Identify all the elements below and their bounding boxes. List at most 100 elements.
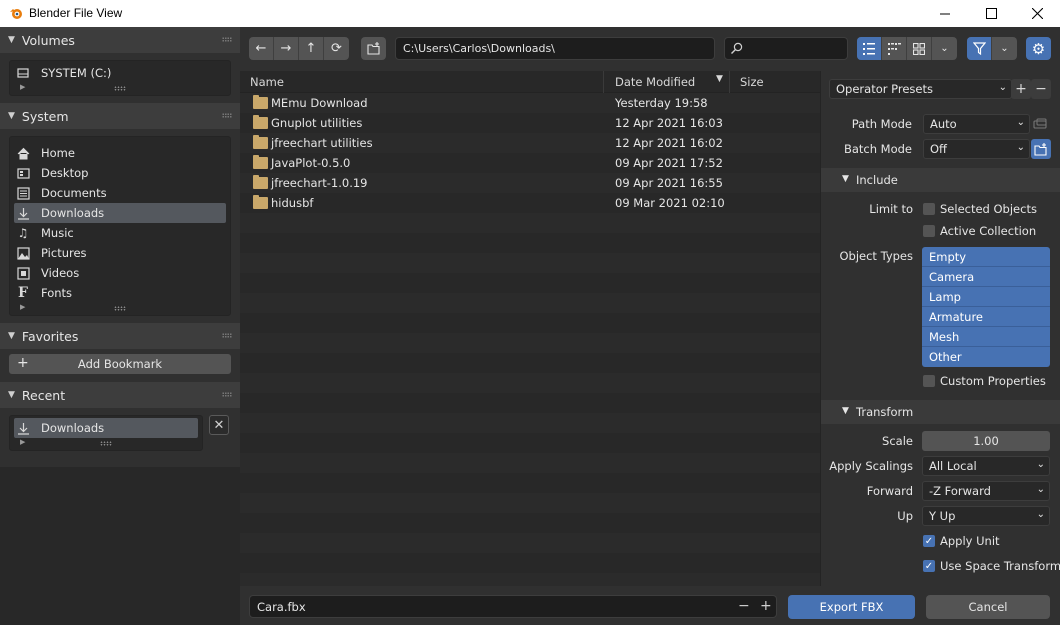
column-name-header[interactable]: Name (250, 75, 284, 89)
drag-grip-icon[interactable] (222, 37, 232, 42)
drag-grip-icon[interactable] (222, 333, 232, 338)
sort-descending-icon[interactable]: ▼ (716, 74, 723, 84)
refresh-button[interactable]: ⟳ (324, 37, 349, 60)
filter-group: ⌄ (967, 37, 1017, 60)
toolbar: ← → ↑ ⟳ C:\Users\Carlos\Downloads\ ⌄ ⌄ ⚙ (240, 27, 1060, 71)
close-window-button[interactable] (1014, 0, 1060, 27)
up-value: Y Up (929, 509, 956, 523)
back-button[interactable]: ← (249, 37, 274, 60)
horizontal-list-view-button[interactable] (882, 37, 907, 60)
apply-unit-checkbox[interactable]: ✓ Apply Unit (923, 532, 1000, 550)
collapse-triangle-icon: ▼ (8, 390, 15, 400)
increment-filename-button[interactable]: + (760, 598, 772, 614)
system-item-home[interactable]: Home (14, 143, 226, 163)
embed-textures-toggle[interactable] (1032, 116, 1048, 132)
system-item-documents[interactable]: Documents (14, 183, 226, 203)
maximize-button[interactable] (968, 0, 1014, 27)
batch-own-dir-toggle[interactable] (1031, 139, 1051, 159)
new-folder-button[interactable] (361, 37, 386, 60)
system-panel-header[interactable]: ▼ System (0, 103, 240, 129)
arrow-up-icon: ↑ (305, 41, 317, 56)
volume-item-system-c[interactable]: SYSTEM (C:) (14, 63, 226, 83)
minimize-button[interactable] (922, 0, 968, 27)
object-type-other-toggle[interactable]: Other (922, 347, 1050, 367)
add-preset-button[interactable]: + (1011, 79, 1031, 99)
navigation-group: ← → ↑ ⟳ (249, 37, 349, 60)
expand-list-icon[interactable]: ▶ (20, 303, 25, 311)
up-dropdown[interactable]: Y Up ⌄ (922, 506, 1050, 526)
parent-directory-button[interactable]: ↑ (299, 37, 324, 60)
object-type-mesh-toggle[interactable]: Mesh (922, 327, 1050, 347)
file-row[interactable]: jfreechart-1.0.19 09 Apr 2021 16:55 (240, 173, 820, 193)
resize-list-icon[interactable] (114, 86, 126, 91)
thumbnail-view-button[interactable] (907, 37, 932, 60)
filter-icon (972, 42, 986, 55)
drag-grip-icon[interactable] (222, 392, 232, 397)
file-row[interactable]: JavaPlot-0.5.0 09 Apr 2021 17:52 (240, 153, 820, 173)
selected-objects-checkbox[interactable]: Selected Objects (923, 200, 1037, 218)
cancel-button[interactable]: Cancel (926, 595, 1050, 619)
volumes-panel-header[interactable]: ▼ Volumes (0, 27, 240, 53)
directory-path-input[interactable]: C:\Users\Carlos\Downloads\ (395, 37, 715, 60)
filter-settings-dropdown[interactable]: ⌄ (992, 37, 1017, 60)
column-date-header[interactable]: Date Modified (615, 75, 695, 89)
chevron-down-icon: ⌄ (998, 82, 1007, 93)
file-row[interactable]: Gnuplot utilities 12 Apr 2021 16:03 (240, 113, 820, 133)
filter-toggle-button[interactable] (967, 37, 992, 60)
system-item-fonts[interactable]: F Fonts (14, 283, 226, 303)
system-item-music[interactable]: ♫ Music (14, 223, 226, 243)
custom-properties-checkbox[interactable]: Custom Properties (923, 372, 1046, 390)
include-section-header[interactable]: ▼ Include (820, 168, 1060, 192)
use-space-transform-checkbox[interactable]: ✓ Use Space Transform (923, 557, 1060, 575)
batch-mode-dropdown[interactable]: Off ⌄ (923, 139, 1030, 159)
apply-unit-label: Apply Unit (940, 534, 1000, 548)
transform-section-header[interactable]: ▼ Transform (820, 400, 1060, 424)
system-item-videos[interactable]: Videos (14, 263, 226, 283)
active-collection-checkbox[interactable]: Active Collection (923, 222, 1036, 240)
resize-list-icon[interactable] (100, 441, 112, 446)
object-type-armature-toggle[interactable]: Armature (922, 307, 1050, 327)
file-row[interactable]: hidusbf 09 Mar 2021 02:10 (240, 193, 820, 213)
new-folder-icon (366, 42, 380, 55)
recent-item-downloads[interactable]: Downloads (14, 418, 198, 438)
scale-field[interactable]: 1.00 (922, 431, 1050, 451)
object-type-camera-toggle[interactable]: Camera (922, 267, 1050, 287)
expand-list-icon[interactable]: ▶ (20, 83, 25, 91)
apply-scalings-dropdown[interactable]: All Local ⌄ (922, 456, 1050, 476)
operator-presets-dropdown[interactable]: Operator Presets ⌄ (829, 79, 1012, 99)
expand-list-icon[interactable]: ▶ (20, 438, 25, 446)
system-item-downloads[interactable]: Downloads (14, 203, 226, 223)
file-date: 09 Apr 2021 17:52 (615, 156, 723, 170)
clear-recent-button[interactable]: ✕ (209, 415, 229, 435)
options-group: ⚙ (1026, 37, 1051, 60)
file-row[interactable]: MEmu Download Yesterday 19:58 (240, 93, 820, 113)
object-type-lamp-toggle[interactable]: Lamp (922, 287, 1050, 307)
system-item-desktop[interactable]: Desktop (14, 163, 226, 183)
favorites-panel-header[interactable]: ▼ Favorites (0, 323, 240, 349)
resize-list-icon[interactable] (114, 306, 126, 311)
system-item-label: Downloads (41, 206, 105, 220)
pictures-icon (16, 246, 30, 260)
object-type-empty-toggle[interactable]: Empty (922, 247, 1050, 267)
add-bookmark-button[interactable]: + Add Bookmark (9, 354, 231, 374)
fonts-icon: F (18, 285, 28, 301)
file-row[interactable]: jfreechart utilities 12 Apr 2021 16:02 (240, 133, 820, 153)
column-separator[interactable] (729, 71, 730, 93)
system-item-pictures[interactable]: Pictures (14, 243, 226, 263)
remove-preset-button[interactable]: − (1031, 79, 1051, 99)
search-input[interactable] (724, 37, 848, 60)
decrement-filename-button[interactable]: − (738, 598, 750, 614)
export-fbx-button[interactable]: Export FBX (788, 595, 915, 619)
recent-panel-header[interactable]: ▼ Recent (0, 382, 240, 408)
vertical-list-view-button[interactable] (857, 37, 882, 60)
column-size-header[interactable]: Size (740, 75, 764, 89)
forward-button[interactable]: → (274, 37, 299, 60)
drag-grip-icon[interactable] (222, 113, 232, 118)
forward-dropdown[interactable]: -Z Forward ⌄ (922, 481, 1050, 501)
display-settings-dropdown[interactable]: ⌄ (932, 37, 957, 60)
path-mode-dropdown[interactable]: Auto ⌄ (923, 114, 1030, 134)
file-name: JavaPlot-0.5.0 (271, 156, 351, 170)
filename-input[interactable]: Cara.fbx − + (249, 595, 777, 618)
toggle-options-button[interactable]: ⚙ (1026, 37, 1051, 60)
column-separator[interactable] (603, 71, 604, 93)
